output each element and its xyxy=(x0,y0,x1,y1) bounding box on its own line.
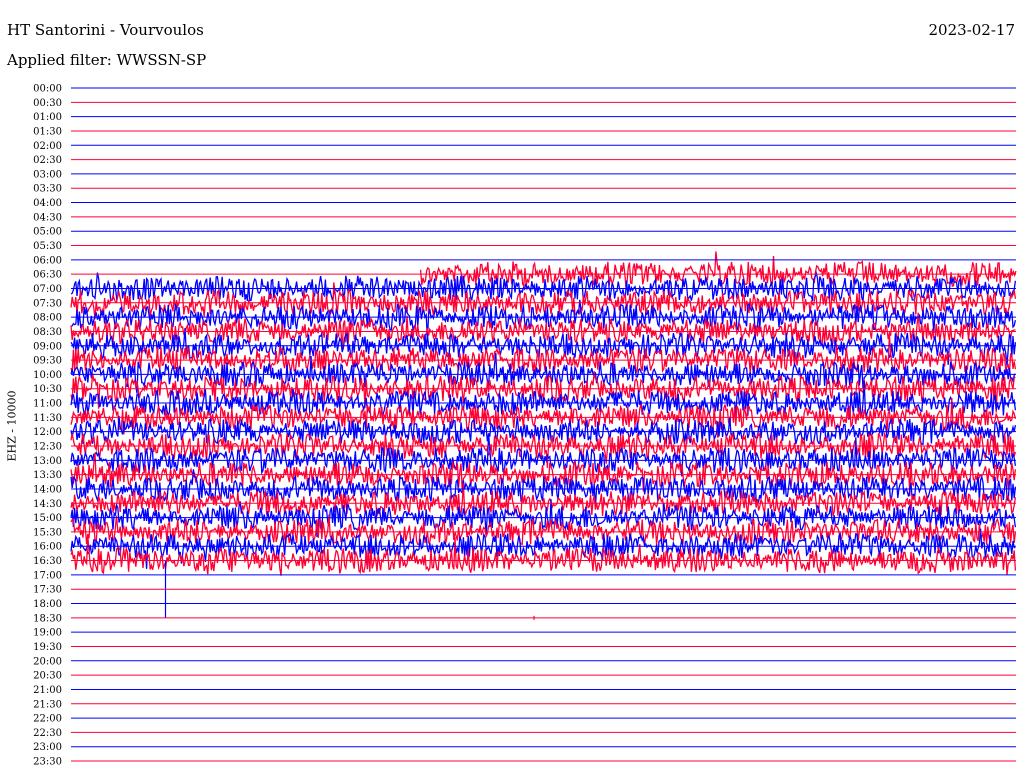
time-tick-label: 11:30 xyxy=(33,413,62,424)
time-tick-label: 23:30 xyxy=(33,757,62,768)
time-tick-label: 14:00 xyxy=(33,484,62,495)
time-tick-label: 18:30 xyxy=(33,613,62,624)
time-tick-label: 03:00 xyxy=(33,169,62,180)
time-tick-label: 06:30 xyxy=(33,270,62,281)
time-tick-label: 10:30 xyxy=(33,384,62,395)
time-tick-label: 17:30 xyxy=(33,585,62,596)
time-tick-label: 13:00 xyxy=(33,456,62,467)
time-tick-label: 05:30 xyxy=(33,241,62,252)
time-tick-label: 09:00 xyxy=(33,341,62,352)
baseline-layer xyxy=(71,87,1016,762)
time-tick-label: 02:00 xyxy=(33,141,62,152)
time-tick-label: 20:30 xyxy=(33,671,62,682)
time-tick-label: 08:00 xyxy=(33,313,62,324)
time-tick-label: 00:00 xyxy=(33,84,62,95)
time-tick-label: 16:00 xyxy=(33,542,62,553)
time-tick-label: 21:30 xyxy=(33,699,62,710)
time-tick-label: 14:30 xyxy=(33,499,62,510)
time-tick-label: 21:00 xyxy=(33,685,62,696)
time-tick-label: 15:00 xyxy=(33,513,62,524)
time-tick-label: 07:30 xyxy=(33,298,62,309)
time-tick-label: 02:30 xyxy=(33,155,62,166)
helicorder-plot: 00:00 00:30 01:00 01:30 02:00 02:30 03:00 03:30… xyxy=(33,84,1017,768)
time-tick-label: 19:30 xyxy=(33,642,62,653)
time-tick-label: 10:00 xyxy=(33,370,62,381)
time-tick-label: 20:00 xyxy=(33,656,62,667)
time-tick-label: 04:00 xyxy=(33,198,62,209)
time-tick-label: 15:30 xyxy=(33,527,62,538)
time-tick-label: 22:30 xyxy=(33,728,62,739)
time-tick-label: 08:30 xyxy=(33,327,62,338)
time-tick-label: 12:00 xyxy=(33,427,62,438)
time-tick-label: 01:00 xyxy=(33,112,62,123)
time-tick-label: 22:00 xyxy=(33,714,62,725)
time-tick-label: 05:00 xyxy=(33,227,62,238)
time-tick-label: 01:30 xyxy=(33,126,62,137)
time-tick-label: 04:30 xyxy=(33,212,62,223)
time-tick-label: 07:00 xyxy=(33,284,62,295)
time-tick-label: 09:30 xyxy=(33,356,62,367)
trace-layer xyxy=(70,251,1017,620)
time-tick-label: 17:00 xyxy=(33,570,62,581)
time-tick-label: 13:30 xyxy=(33,470,62,481)
time-tick-label: 00:30 xyxy=(33,98,62,109)
time-tick-label: 23:00 xyxy=(33,742,62,753)
time-tick-label: 18:00 xyxy=(33,599,62,610)
time-tick-label: 19:00 xyxy=(33,628,62,639)
time-tick-label: 03:30 xyxy=(33,184,62,195)
time-tick-label: 11:00 xyxy=(33,399,62,410)
time-tick-label: 06:00 xyxy=(33,255,62,266)
time-tick-label: 12:30 xyxy=(33,442,62,453)
tick-layer: 00:00 00:30 01:00 01:30 02:00 02:30 03:00 03:30… xyxy=(33,84,62,768)
time-tick-label: 16:30 xyxy=(33,556,62,567)
